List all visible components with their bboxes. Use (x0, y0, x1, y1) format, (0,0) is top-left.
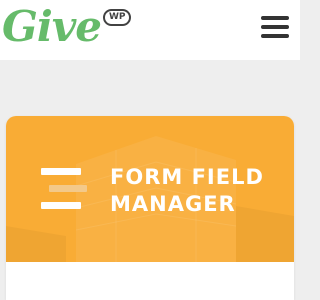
addon-banner: FORM FIELD MANAGER (6, 116, 294, 262)
menu-bar (261, 25, 289, 29)
site-header: Give WP (0, 0, 300, 60)
addon-title: FORM FIELD MANAGER (110, 164, 290, 218)
give-logo[interactable]: Give WP (2, 2, 132, 51)
menu-bar (261, 34, 289, 38)
form-fields-icon (41, 168, 87, 214)
addon-title-line: MANAGER (110, 192, 236, 216)
hamburger-menu-icon[interactable] (261, 16, 289, 38)
logo-wordmark: Give (2, 2, 102, 51)
logo-wp-badge: WP (102, 9, 132, 26)
addon-title-line: FORM FIELD (110, 165, 264, 189)
menu-bar (261, 16, 289, 20)
addon-card[interactable]: FORM FIELD MANAGER (6, 116, 294, 300)
